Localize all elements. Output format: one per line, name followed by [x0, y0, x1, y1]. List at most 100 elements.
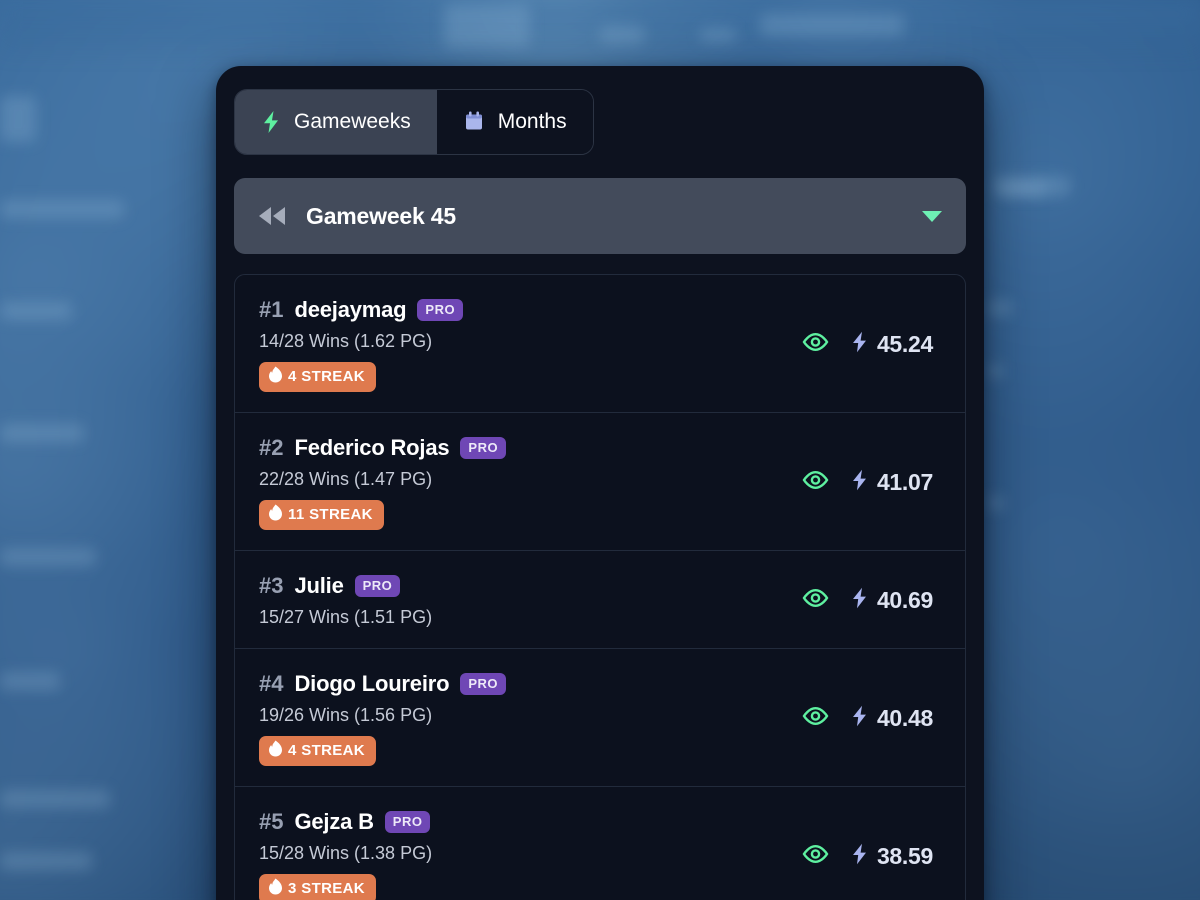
table-row[interactable]: #4 Diogo Loureiro PRO 19/26 Wins (1.56 P…	[235, 649, 965, 787]
row-details: #5 Gejza B PRO 15/28 Wins (1.38 PG) 3 ST…	[259, 809, 802, 900]
blurred-shape	[0, 852, 92, 870]
blurred-shape	[760, 14, 904, 36]
table-row[interactable]: #1 deejaymag PRO 14/28 Wins (1.62 PG) 4 …	[235, 275, 965, 413]
score-value: 41.07	[876, 469, 933, 495]
username-label: deejaymag	[294, 297, 407, 322]
lightning-bolt-icon	[851, 705, 868, 732]
eye-icon[interactable]	[802, 705, 829, 732]
tab-gameweeks[interactable]: Gameweeks	[235, 90, 437, 154]
blurred-shape	[600, 26, 644, 44]
table-row[interactable]: #5 Gejza B PRO 15/28 Wins (1.38 PG) 3 ST…	[235, 787, 965, 900]
leaderboard-list: #1 deejaymag PRO 14/28 Wins (1.62 PG) 4 …	[234, 274, 966, 900]
blurred-shape	[986, 496, 1004, 510]
score-value: 40.48	[876, 705, 933, 731]
row-identity: #2 Federico Rojas PRO	[259, 435, 802, 461]
stats-label: 15/27 Wins (1.51 PG)	[259, 607, 433, 627]
blurred-shape	[0, 672, 60, 690]
rank-label: #3	[259, 573, 284, 598]
status-badge: PRO	[354, 575, 401, 597]
row-score-area: 40.69	[802, 587, 941, 614]
lightning-bolt-icon	[851, 331, 868, 358]
blurred-shape	[444, 4, 530, 48]
tab-gameweeks-label: Gameweeks	[294, 110, 411, 133]
chevron-down-icon[interactable]	[920, 208, 944, 224]
flame-icon	[268, 878, 283, 899]
blurred-shape	[0, 96, 36, 142]
flame-icon	[268, 504, 283, 525]
status-badge: PRO	[384, 811, 431, 833]
lightning-bolt-icon	[851, 587, 868, 614]
lightning-bolt-icon	[851, 469, 868, 496]
eye-icon[interactable]	[802, 331, 829, 358]
gameweek-selector[interactable]: Gameweek 45	[234, 178, 966, 254]
row-details: #2 Federico Rojas PRO 22/28 Wins (1.47 P…	[259, 435, 802, 530]
score-group: 40.48	[851, 705, 933, 732]
username-label: Federico Rojas	[294, 435, 450, 460]
row-score-area: 40.48	[802, 705, 941, 732]
blurred-shape	[986, 300, 1012, 316]
streak-badge: 3 STREAK	[259, 874, 376, 900]
blurred-shape	[0, 302, 72, 320]
streak-badge: 4 STREAK	[259, 736, 376, 766]
row-details: #4 Diogo Loureiro PRO 19/26 Wins (1.56 P…	[259, 671, 802, 766]
streak-text: 3 STREAK	[288, 880, 365, 897]
tab-months-label: Months	[497, 110, 567, 133]
row-details: #3 Julie PRO 15/27 Wins (1.51 PG)	[259, 573, 802, 628]
status-badge: PRO	[417, 299, 464, 321]
rank-label: #5	[259, 809, 284, 834]
row-identity: #3 Julie PRO	[259, 573, 802, 599]
status-badge: PRO	[460, 437, 507, 459]
score-value: 38.59	[876, 843, 933, 869]
table-row[interactable]: #3 Julie PRO 15/27 Wins (1.51 PG) 40.69	[235, 551, 965, 649]
streak-text: 4 STREAK	[288, 742, 365, 759]
row-details: #1 deejaymag PRO 14/28 Wins (1.62 PG) 4 …	[259, 297, 802, 392]
row-identity: #5 Gejza B PRO	[259, 809, 802, 835]
row-identity: #4 Diogo Loureiro PRO	[259, 671, 802, 697]
tab-months[interactable]: Months	[436, 90, 593, 154]
score-group: 40.69	[851, 587, 933, 614]
score-group: 41.07	[851, 469, 933, 496]
score-group: 45.24	[851, 331, 933, 358]
blurred-shape	[0, 424, 84, 442]
streak-text: 11 STREAK	[288, 506, 373, 523]
username-label: Diogo Loureiro	[294, 671, 450, 696]
blurred-shape	[0, 548, 96, 566]
lightning-bolt-icon	[261, 110, 281, 134]
score-value: 45.24	[876, 331, 933, 357]
row-score-area: 41.07	[802, 469, 941, 496]
blurred-shape	[0, 790, 110, 808]
blurred-shape	[0, 200, 124, 218]
row-score-area: 45.24	[802, 331, 941, 358]
gameweek-label: Gameweek 45	[306, 202, 456, 229]
row-score-area: 38.59	[802, 843, 941, 870]
stats-label: 19/26 Wins (1.56 PG)	[259, 705, 433, 725]
row-identity: #1 deejaymag PRO	[259, 297, 802, 323]
score-group: 38.59	[851, 843, 933, 870]
blurred-top-bar	[0, 0, 1200, 52]
rewind-icon[interactable]	[256, 205, 288, 227]
rank-label: #1	[259, 297, 284, 322]
calendar-icon	[463, 110, 485, 134]
score-value: 40.69	[876, 587, 933, 613]
rank-label: #2	[259, 435, 284, 460]
eye-icon[interactable]	[802, 587, 829, 614]
period-type-tabs: Gameweeks Months	[234, 89, 594, 155]
status-badge: PRO	[460, 673, 507, 695]
stats-label: 22/28 Wins (1.47 PG)	[259, 469, 433, 489]
stats-label: 15/28 Wins (1.38 PG)	[259, 843, 433, 863]
username-label: Gejza B	[294, 809, 374, 834]
blurred-shape	[700, 28, 736, 42]
flame-icon	[268, 740, 283, 761]
eye-icon[interactable]	[802, 469, 829, 496]
rank-label: #4	[259, 671, 284, 696]
table-row[interactable]: #2 Federico Rojas PRO 22/28 Wins (1.47 P…	[235, 413, 965, 551]
blurred-shape	[986, 364, 1004, 378]
flame-icon	[268, 366, 283, 387]
lightning-bolt-icon	[851, 843, 868, 870]
eye-icon[interactable]	[802, 843, 829, 870]
streak-badge: 4 STREAK	[259, 362, 376, 392]
stats-label: 14/28 Wins (1.62 PG)	[259, 331, 433, 351]
blurred-shape	[1000, 182, 1046, 196]
streak-badge: 11 STREAK	[259, 500, 384, 530]
streak-text: 4 STREAK	[288, 368, 365, 385]
